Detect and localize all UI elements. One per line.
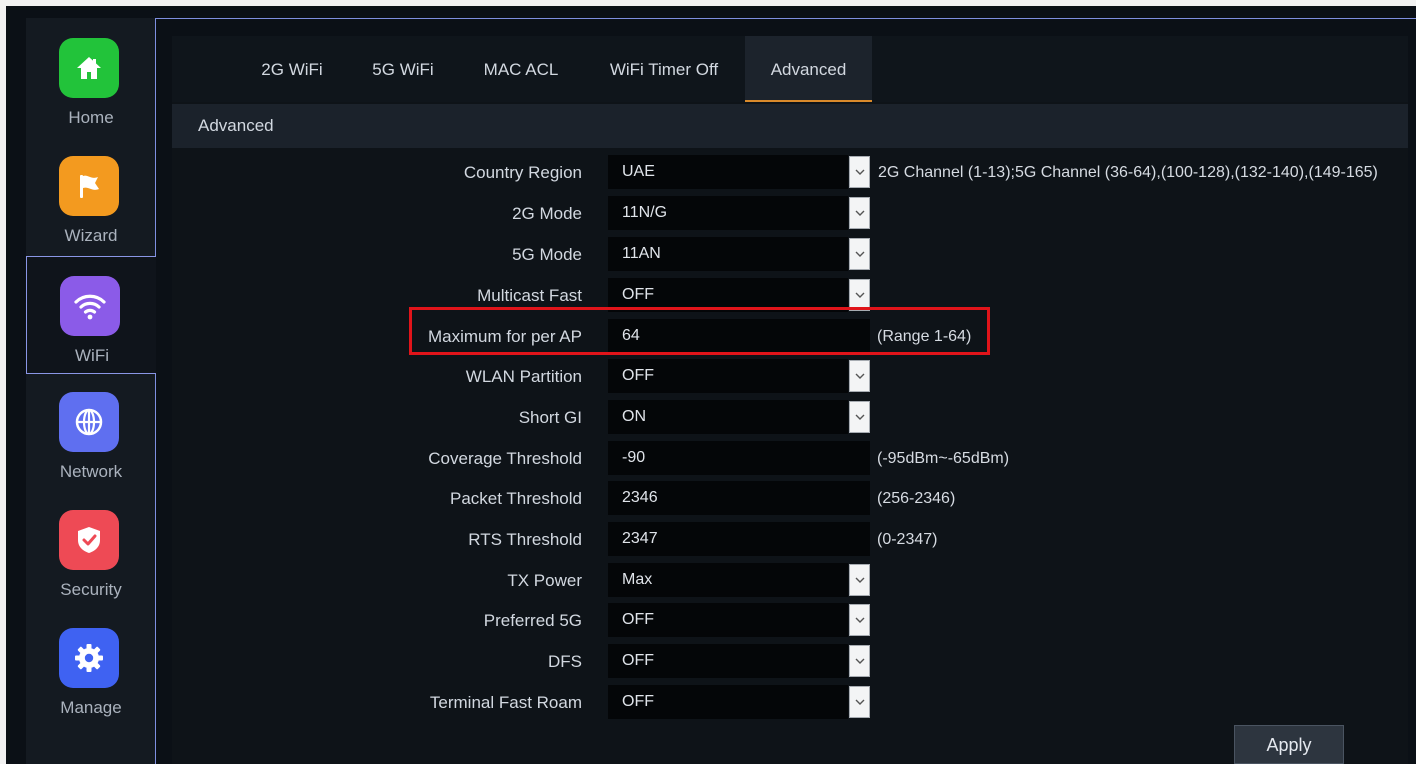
packet-threshold-label: Packet Threshold: [450, 489, 582, 508]
preferred-5g-label: Preferred 5G: [483, 611, 582, 630]
section-title: Advanced: [198, 116, 274, 135]
packet-threshold-input[interactable]: 2346: [608, 481, 870, 515]
chevron-down-icon[interactable]: [849, 686, 870, 718]
sidebar-item-label: Wizard: [64, 226, 118, 245]
packet-threshold-hint: (256-2346): [877, 490, 956, 507]
home-icon: [59, 38, 119, 98]
globe-icon: [59, 392, 119, 452]
coverage-threshold-label: Coverage Threshold: [428, 449, 582, 468]
chevron-down-icon[interactable]: [849, 360, 870, 392]
terminal-fast-roam-label: Terminal Fast Roam: [429, 693, 582, 712]
country-region-select[interactable]: UAE: [608, 155, 848, 189]
tab-2g-wifi[interactable]: 2G WiFi: [252, 36, 332, 102]
tx-power-label: TX Power: [507, 571, 582, 590]
short-gi-label: Short GI: [518, 408, 582, 427]
sidebar-item-wizard[interactable]: Wizard: [26, 136, 156, 254]
tab-5g-wifi[interactable]: 5G WiFi: [363, 36, 443, 102]
5g-mode-label: 5G Mode: [512, 245, 582, 264]
tab-wifi-timer-off[interactable]: WiFi Timer Off: [598, 36, 730, 102]
chevron-down-icon[interactable]: [849, 197, 870, 229]
highlight-box: [409, 307, 990, 355]
2g-mode-select[interactable]: 11N/G: [608, 196, 848, 230]
rts-threshold-hint: (0-2347): [877, 531, 938, 548]
chevron-down-icon[interactable]: [849, 604, 870, 636]
sidebar-item-label: Network: [59, 462, 123, 481]
multicast-fast-label: Multicast Fast: [477, 286, 582, 305]
rts-threshold-label: RTS Threshold: [468, 530, 582, 549]
sidebar-item-home[interactable]: Home: [26, 18, 156, 136]
tx-power-select[interactable]: Max: [608, 563, 848, 597]
wifi-icon: [60, 276, 120, 336]
tab-mac-acl[interactable]: MAC ACL: [474, 36, 568, 102]
sidebar-item-label: Security: [60, 580, 122, 599]
dfs-select[interactable]: OFF: [608, 644, 848, 678]
top-divider: [155, 18, 1416, 19]
5g-mode-select[interactable]: 11AN: [608, 237, 848, 271]
wlan-partition-select[interactable]: OFF: [608, 359, 848, 393]
wlan-partition-label: WLAN Partition: [465, 367, 582, 386]
chevron-down-icon[interactable]: [849, 156, 870, 188]
coverage-threshold-hint: (-95dBm~-65dBm): [877, 450, 1010, 467]
tab-advanced[interactable]: Advanced: [745, 36, 872, 102]
2g-mode-label: 2G Mode: [512, 204, 582, 223]
sidebar-item-wifi[interactable]: WiFi: [26, 256, 156, 374]
apply-button[interactable]: Apply: [1234, 725, 1344, 764]
short-gi-select[interactable]: ON: [608, 400, 848, 434]
coverage-threshold-input[interactable]: -90: [608, 441, 870, 475]
chevron-down-icon[interactable]: [849, 645, 870, 677]
dfs-label: DFS: [548, 652, 582, 671]
sidebar-item-network[interactable]: Network: [26, 372, 156, 490]
sidebar-item-security[interactable]: Security: [26, 490, 156, 608]
sidebar-item-label: Manage: [60, 698, 122, 717]
sidebar-item-label: WiFi: [75, 346, 109, 365]
shield-icon: [59, 510, 119, 570]
preferred-5g-select[interactable]: OFF: [608, 603, 848, 637]
gear-icon: [59, 628, 119, 688]
terminal-fast-roam-select[interactable]: OFF: [608, 685, 848, 719]
chevron-down-icon[interactable]: [849, 401, 870, 433]
rts-threshold-input[interactable]: 2347: [608, 522, 870, 556]
flag-icon: [59, 156, 119, 216]
section-header: [172, 104, 1408, 148]
country-region-label: Country Region: [463, 163, 582, 182]
country-region-hint: 2G Channel (1-13);5G Channel (36-64),(10…: [878, 164, 1378, 181]
sidebar-item-manage[interactable]: Manage: [26, 608, 156, 726]
sidebar-item-label: Home: [68, 108, 114, 127]
chevron-down-icon[interactable]: [849, 564, 870, 596]
chevron-down-icon[interactable]: [849, 238, 870, 270]
